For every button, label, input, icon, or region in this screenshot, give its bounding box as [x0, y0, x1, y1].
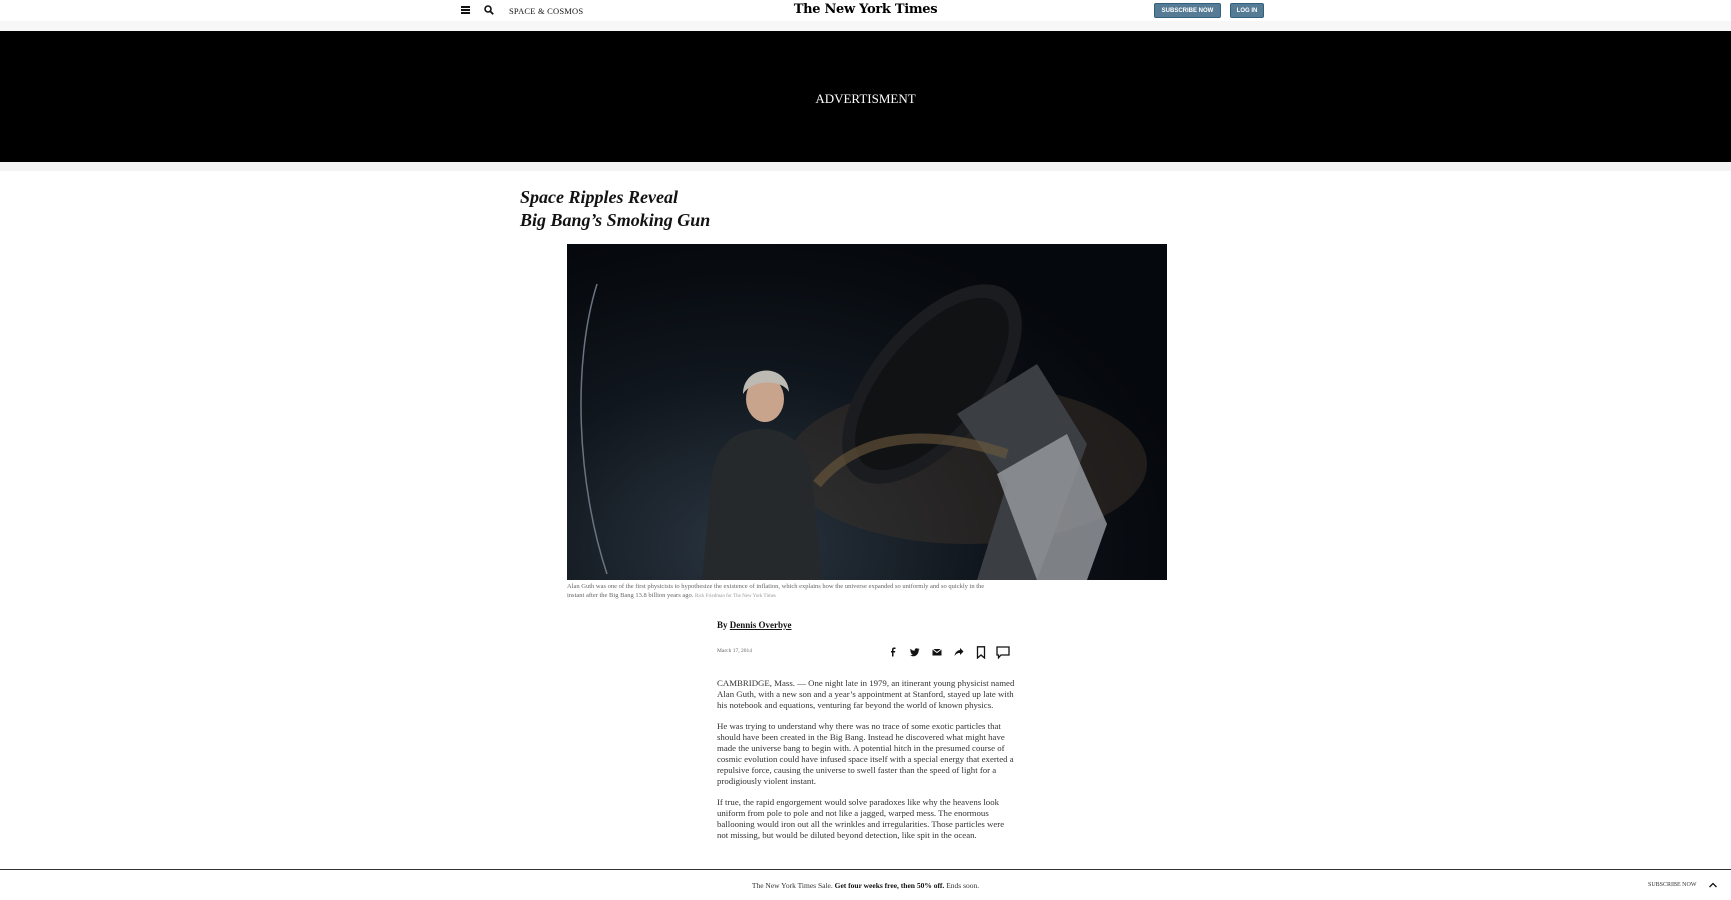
email-icon[interactable] [929, 645, 944, 660]
share-icon[interactable] [951, 645, 966, 660]
photo-illustration [580, 283, 1147, 580]
paragraph-2: He was trying to understand why there wa… [717, 721, 1014, 786]
comment-icon[interactable] [995, 645, 1010, 660]
share-toolbar [885, 644, 1010, 660]
promo-message[interactable]: The New York Times Sale. Get four weeks … [0, 881, 1731, 890]
ad-spacer [0, 162, 1731, 171]
promo-prefix: The New York Times Sale. [751, 881, 833, 890]
twitter-icon[interactable] [907, 645, 922, 660]
login-button[interactable]: LOG IN [1230, 3, 1264, 18]
chevron-up-icon[interactable] [1708, 880, 1718, 890]
paragraph-1: CAMBRIDGE, Mass. — One night late in 197… [717, 678, 1015, 710]
article-photo[interactable] [567, 244, 1167, 580]
header-divider [0, 21, 1731, 31]
article-headline: Space Ripples Reveal Big Bang’s Smoking … [520, 186, 710, 232]
headline-line-1: Space Ripples Reveal [520, 187, 678, 207]
paragraph-3: If true, the rapid engorgement would sol… [717, 797, 1005, 840]
subscribe-button[interactable]: SUBSCRIBE NOW [1154, 3, 1221, 18]
article-body: CAMBRIDGE, Mass. — One night late in 197… [717, 678, 1017, 851]
publish-date: March 17, 2014 [717, 648, 752, 654]
top-header: SPACE & COSMOS The New York Times SUBSCR… [0, 0, 1731, 22]
nyt-logo[interactable]: The New York Times [0, 2, 1731, 17]
photo-credit: Rick Friedman for The New York Times [695, 594, 776, 599]
advertisement-banner[interactable]: ADVERTISMENT [0, 31, 1731, 162]
promo-offer: Get four weeks free, then 50% off. [834, 881, 945, 890]
bookmark-icon[interactable] [973, 645, 988, 660]
photo-caption: Alan Guth was one of the first physicist… [567, 582, 997, 601]
promo-subscribe-link[interactable]: SUBSCRIBE NOW [1648, 882, 1697, 888]
promo-bar: The New York Times Sale. Get four weeks … [0, 869, 1731, 900]
headline-line-2: Big Bang’s Smoking Gun [520, 210, 711, 230]
advertisement-label: ADVERTISMENT [815, 91, 916, 106]
promo-suffix: Ends soon. [946, 881, 980, 890]
byline: By Dennis Overbye [717, 620, 792, 630]
facebook-icon[interactable] [885, 645, 900, 660]
byline-prefix: By [717, 620, 728, 630]
author-link[interactable]: Dennis Overbye [730, 620, 792, 630]
